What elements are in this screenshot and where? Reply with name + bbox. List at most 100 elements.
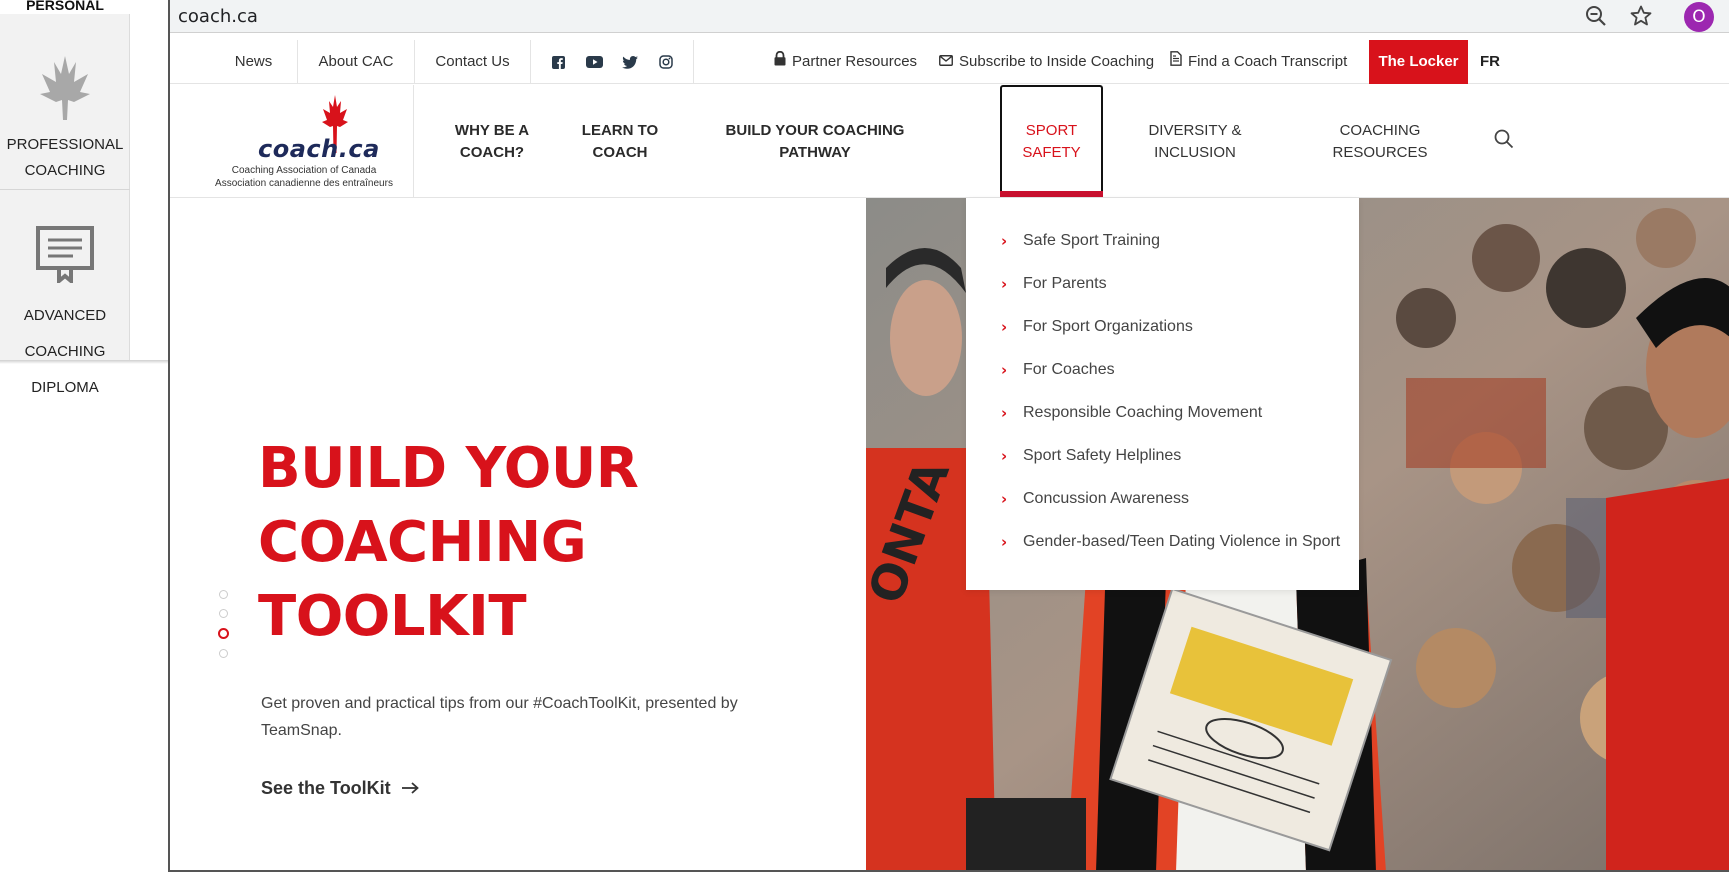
utility-nav: News About CAC Contact Us Partner Resour…: [170, 40, 1729, 84]
card-label-line: PROFESSIONAL: [6, 136, 124, 153]
dropdown-item[interactable]: › Sport Safety Helplines: [1001, 447, 1181, 465]
logo-subtitle-en: Coaching Association of Canada: [231, 165, 377, 176]
slide-dot[interactable]: [219, 609, 228, 618]
subscribe-link[interactable]: Subscribe to Inside Coaching: [939, 40, 1154, 84]
see-toolkit-link[interactable]: See the ToolKit: [261, 778, 419, 799]
dropdown-item[interactable]: › For Parents: [1001, 275, 1107, 293]
dropdown-item-label: Concussion Awareness: [1023, 490, 1190, 507]
nav-label-line: BUILD YOUR COACHING: [725, 121, 905, 139]
profile-avatar[interactable]: O: [1684, 2, 1714, 32]
main-nav: coach.ca Coaching Association of Canada …: [170, 85, 1729, 198]
slide-dot-active[interactable]: [218, 628, 229, 639]
twitter-icon[interactable]: [619, 53, 641, 71]
dropdown-item-label: Sport Safety Helplines: [1023, 447, 1182, 464]
maple-leaf-icon: [0, 54, 130, 127]
dropdown-item[interactable]: › For Sport Organizations: [1001, 318, 1193, 336]
nav-link-about[interactable]: About CAC: [298, 40, 415, 84]
browser-window: coach.ca O News About CAC Contact Us Par…: [168, 0, 1729, 872]
nav-label-line: SAFETY: [1022, 144, 1081, 161]
partner-resources-label: Partner Resources: [792, 53, 918, 70]
dropdown-item-label: For Sport Organizations: [1023, 318, 1193, 335]
nav-label-line: DIVERSITY &: [1148, 121, 1242, 139]
window-shadow: [0, 360, 169, 364]
dropdown-item[interactable]: › Concussion Awareness: [1001, 490, 1189, 508]
sport-safety-dropdown: › Safe Sport Training › For Parents › For S…: [966, 198, 1359, 590]
nav-why-be-a-coach[interactable]: WHY BE A COACH?: [437, 85, 547, 198]
dropdown-item[interactable]: › Gender-based/Teen Dating Violence in Sp…: [1001, 533, 1340, 551]
nav-coaching-resources[interactable]: COACHING RESOURCES: [1320, 85, 1440, 198]
chevron-right-icon: ›: [1001, 232, 1008, 250]
logo-wordmark: coach.ca: [258, 135, 380, 163]
nav-label-line: LEARN TO: [581, 121, 659, 139]
see-toolkit-label: See the ToolKit: [261, 778, 391, 798]
chevron-right-icon: ›: [1001, 318, 1008, 336]
nav-build-pathway[interactable]: BUILD YOUR COACHING PATHWAY: [715, 85, 915, 198]
zoom-out-icon[interactable]: [1584, 4, 1608, 28]
chevron-right-icon: ›: [1001, 490, 1008, 508]
dropdown-item-label: Gender-based/Teen Dating Violence in Spo…: [1023, 533, 1341, 550]
nav-link-contact[interactable]: Contact Us: [415, 40, 531, 84]
url-text[interactable]: coach.ca: [178, 6, 258, 27]
lock-icon: [774, 40, 786, 84]
slide-dot[interactable]: [219, 590, 228, 599]
chevron-right-icon: ›: [1001, 275, 1008, 293]
background-panel: PERSONAL PROFESSIONAL COACHING ADVANCED …: [0, 0, 130, 396]
nav-label-line: PATHWAY: [779, 143, 851, 161]
nav-label-line: COACHING: [1339, 121, 1421, 139]
slide-indicators: [218, 590, 230, 668]
youtube-icon[interactable]: [583, 53, 605, 71]
subscribe-label: Subscribe to Inside Coaching: [959, 53, 1155, 70]
advanced-coaching-diploma-card[interactable]: ADVANCED COACHING DIPLOMA: [0, 191, 130, 396]
language-toggle[interactable]: FR: [1480, 40, 1500, 84]
dropdown-item[interactable]: › Safe Sport Training: [1001, 232, 1160, 250]
card-label-line: ADVANCED: [23, 307, 107, 324]
dropdown-item[interactable]: › For Coaches: [1001, 361, 1115, 379]
bg-top-label: PERSONAL: [0, 0, 130, 14]
address-bar[interactable]: coach.ca O: [170, 0, 1729, 33]
chevron-right-icon: ›: [1001, 447, 1008, 465]
site-logo[interactable]: coach.ca Coaching Association of Canada …: [170, 85, 414, 198]
facebook-icon[interactable]: [547, 53, 569, 71]
hero-title-line: TOOLKIT: [258, 584, 527, 649]
nav-label-line: WHY BE A: [454, 121, 530, 139]
slide-dot[interactable]: [219, 649, 228, 658]
document-icon: [1170, 40, 1182, 84]
hero-title-line: BUILD YOUR: [258, 436, 639, 501]
card-label-line: DIPLOMA: [31, 379, 99, 396]
instagram-icon[interactable]: [655, 53, 677, 71]
hero-title: BUILD YOUR COACHING TOOLKIT: [258, 432, 778, 654]
professional-coaching-card[interactable]: PROFESSIONAL COACHING: [0, 30, 130, 190]
dropdown-item-label: For Parents: [1023, 275, 1107, 292]
card-label-line: COACHING: [24, 343, 106, 360]
nav-learn-to-coach[interactable]: LEARN TO COACH: [570, 85, 670, 198]
logo-subtitle-fr: Association canadienne des entraîneurs: [215, 178, 393, 189]
certificate-icon: [0, 225, 130, 288]
chevron-right-icon: ›: [1001, 404, 1008, 422]
envelope-icon: [939, 40, 953, 84]
arrow-right-icon: [401, 778, 419, 799]
transcript-link[interactable]: Find a Coach Transcript: [1170, 40, 1347, 84]
search-icon[interactable]: [1493, 128, 1515, 150]
nav-label-line: COACH: [592, 143, 648, 161]
transcript-label: Find a Coach Transcript: [1188, 53, 1348, 70]
partner-resources-link[interactable]: Partner Resources: [774, 40, 917, 84]
nav-label-line: COACH?: [459, 143, 525, 161]
nav-label-line: RESOURCES: [1332, 143, 1428, 161]
dropdown-item-label: For Coaches: [1023, 361, 1115, 378]
nav-diversity-inclusion[interactable]: DIVERSITY & INCLUSION: [1130, 85, 1260, 198]
nav-link-news[interactable]: News: [210, 40, 298, 84]
social-links: [531, 40, 694, 84]
dropdown-item[interactable]: › Responsible Coaching Movement: [1001, 404, 1262, 422]
dropdown-item-label: Responsible Coaching Movement: [1023, 404, 1263, 421]
active-nav-underline: [1000, 191, 1103, 197]
card-label-line: COACHING: [24, 162, 106, 179]
nav-sport-safety[interactable]: SPORT SAFETY: [1000, 85, 1103, 197]
chevron-right-icon: ›: [1001, 533, 1008, 551]
the-locker-button[interactable]: The Locker: [1369, 40, 1468, 84]
nav-label-line: SPORT: [1025, 122, 1078, 139]
nav-label-line: INCLUSION: [1154, 143, 1236, 161]
chevron-right-icon: ›: [1001, 361, 1008, 379]
bookmark-star-icon[interactable]: [1629, 4, 1653, 28]
dropdown-item-label: Safe Sport Training: [1023, 232, 1160, 249]
hero-title-line: COACHING: [258, 510, 587, 575]
